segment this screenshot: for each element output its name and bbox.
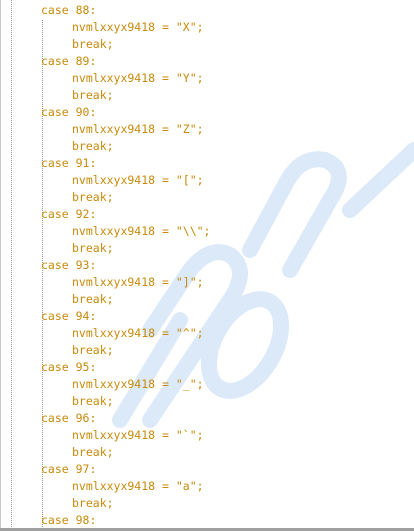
case-label: case 92: [41,207,97,221]
case-label: case 90: [41,105,97,119]
assignment-statement: nvmlxxyx9418 = "]"; [72,275,204,289]
break-statement: break; [72,292,114,306]
assignment-statement: nvmlxxyx9418 = "["; [72,173,204,187]
case-label: case 88: [41,3,97,17]
assignment-statement: nvmlxxyx9418 = "\\"; [72,224,211,238]
case-label: case 93: [41,258,97,272]
case-label: case 89: [41,54,97,68]
break-statement: break; [72,88,114,102]
assignment-statement: nvmlxxyx9418 = "^"; [72,326,204,340]
code-editor[interactable]: case 88: nvmlxxyx9418 = "X"; break; case… [0,0,414,531]
case-label: case 98: [41,513,97,527]
break-statement: break; [72,445,114,459]
case-label: case 97: [41,462,97,476]
assignment-statement: nvmlxxyx9418 = "Z"; [72,122,204,136]
case-label: case 91: [41,156,97,170]
break-statement: break; [72,139,114,153]
assignment-statement: nvmlxxyx9418 = "a"; [72,479,204,493]
break-statement: break; [72,394,114,408]
break-statement: break; [72,241,114,255]
code-block: case 88: nvmlxxyx9418 = "X"; break; case… [0,2,414,529]
assignment-statement: nvmlxxyx9418 = "Y"; [72,71,204,85]
assignment-statement: nvmlxxyx9418 = "_"; [72,377,204,391]
break-statement: break; [72,496,114,510]
break-statement: break; [72,343,114,357]
break-statement: break; [72,37,114,51]
assignment-statement: nvmlxxyx9418 = "X"; [72,20,204,34]
assignment-statement: nvmlxxyx9418 = "`"; [72,428,204,442]
case-label: case 96: [41,411,97,425]
case-label: case 95: [41,360,97,374]
break-statement: break; [72,190,114,204]
case-label: case 94: [41,309,97,323]
